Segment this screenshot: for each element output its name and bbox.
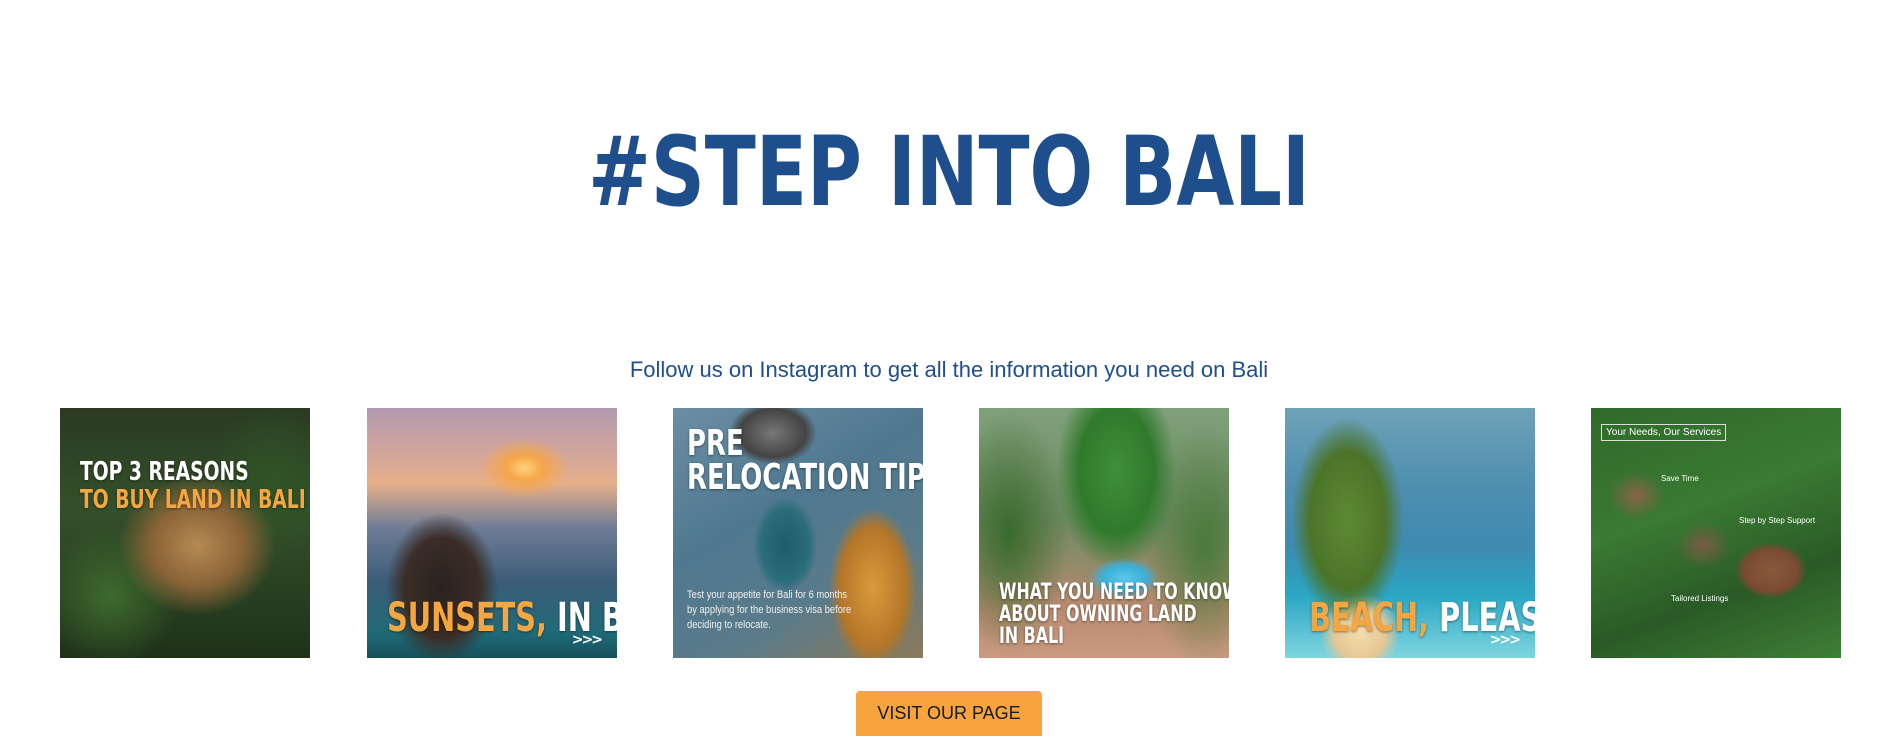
instagram-post-relocation[interactable]: PRE RELOCATION TIP Test your appetite fo… bbox=[673, 408, 923, 658]
visit-page-button[interactable]: VISIT OUR PAGE bbox=[856, 691, 1042, 736]
post-caption: TOP 3 REASONS TO BUY LAND IN BALI bbox=[80, 458, 306, 514]
chevrons-icon: >>> bbox=[571, 632, 603, 648]
post-image bbox=[60, 408, 310, 658]
post-body-text: Test your appetite for Bali for 6 months… bbox=[687, 588, 851, 633]
instagram-post-services[interactable]: Your Needs, Our Services Save Time Step … bbox=[1591, 408, 1841, 658]
caption-rest: PLEASE. bbox=[1439, 595, 1535, 641]
post-label: Step by Step Support bbox=[1739, 516, 1816, 525]
page-title: #STEP INTO BALI bbox=[588, 116, 1310, 228]
caption-line: ABOUT OWNING LAND bbox=[999, 602, 1197, 627]
post-label: Tailored Listings bbox=[1671, 594, 1729, 603]
caption-line-accent: RELOCATION TIP bbox=[687, 457, 923, 498]
post-tag: Your Needs, Our Services bbox=[1601, 424, 1727, 441]
instagram-post-owning-land[interactable]: WHAT YOU NEED TO KNOW ABOUT OWNING LAND … bbox=[979, 408, 1229, 658]
instagram-post-reasons[interactable]: TOP 3 REASONS TO BUY LAND IN BALI bbox=[60, 408, 310, 658]
body-line: deciding to relocate. bbox=[687, 619, 771, 631]
body-line: by applying for the business visa before bbox=[687, 604, 852, 616]
caption-line: TOP 3 REASONS bbox=[80, 457, 249, 487]
body-line: Test your appetite for Bali for 6 months bbox=[687, 589, 848, 601]
post-caption: WHAT YOU NEED TO KNOW ABOUT OWNING LAND … bbox=[999, 582, 1229, 648]
caption-accent: BEACH, bbox=[1309, 595, 1430, 641]
instagram-post-beach[interactable]: BEACH, PLEASE. >>> bbox=[1285, 408, 1535, 658]
post-label: Save Time bbox=[1661, 474, 1699, 483]
caption-accent: SUNSETS, bbox=[387, 595, 547, 641]
instagram-section: #STEP INTO BALI Follow us on Instagram t… bbox=[0, 0, 1898, 736]
caption-line-accent: TO BUY LAND IN BALI bbox=[80, 485, 306, 515]
caption-line: WHAT YOU NEED TO KNOW bbox=[999, 580, 1229, 605]
chevrons-icon: >>> bbox=[1489, 632, 1521, 648]
post-image bbox=[1591, 408, 1841, 658]
instagram-subtitle: Follow us on Instagram to get all the in… bbox=[629, 357, 1269, 382]
instagram-post-sunsets[interactable]: SUNSETS, IN BALI. >>> bbox=[367, 408, 617, 658]
instagram-feed: TOP 3 REASONS TO BUY LAND IN BALI SUNSET… bbox=[0, 408, 1898, 658]
caption-line: IN BALI bbox=[999, 624, 1064, 649]
